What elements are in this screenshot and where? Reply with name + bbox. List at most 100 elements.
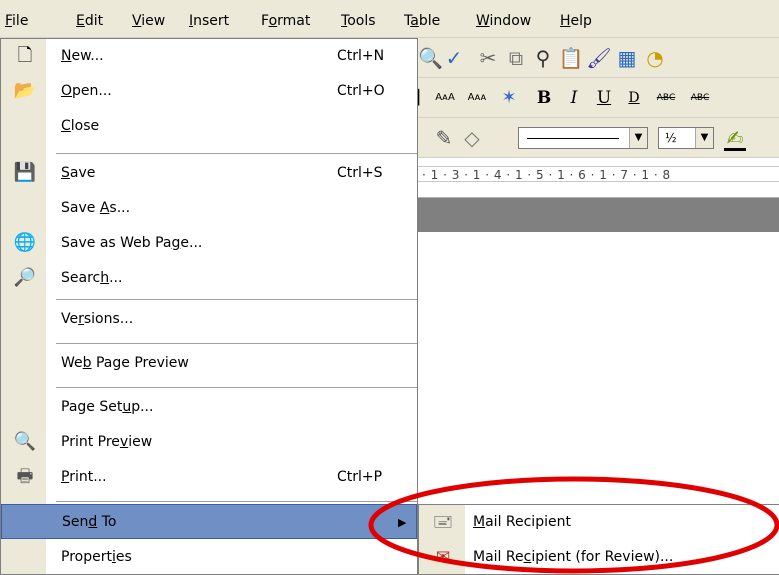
submenu-item-label: Mail Recipient [473, 514, 571, 530]
underline-button[interactable]: U [594, 86, 614, 110]
pen-color-icon[interactable]: ✍ [722, 126, 748, 150]
menu-bar: File Edit View Insert Format Tools Table… [0, 0, 779, 38]
shortcut-label: Ctrl+O [337, 83, 385, 99]
menu-window[interactable]: Window [474, 10, 533, 32]
open-folder-icon: 📂 [13, 80, 37, 101]
paste-icon[interactable]: 📋 [558, 46, 584, 70]
shrink-font-button[interactable]: Aᴀᴀ [462, 86, 492, 110]
spelling-icon[interactable]: ✓ [442, 46, 466, 70]
menu-item-print-preview[interactable]: 🔍 Print Preview [1, 425, 417, 460]
submenu-item-mail-recipient-review[interactable]: ✉ Mail Recipient (for Review)... [419, 540, 779, 575]
menu-item-search[interactable]: 🔎 Search... [1, 261, 417, 296]
menu-separator [56, 343, 417, 344]
menu-separator [56, 387, 417, 388]
menu-format[interactable]: Format [259, 10, 312, 32]
submenu-item-label: Mail Recipient (for Review)... [473, 549, 674, 565]
menu-item-web-page-preview[interactable]: Web Page Preview [1, 346, 417, 381]
menu-item-send-to[interactable]: Send To ▶ [1, 504, 417, 539]
shortcut-label: Ctrl+P [337, 469, 383, 485]
menu-item-versions[interactable]: Versions... [1, 302, 417, 337]
horizontal-ruler: · 1 · 3 · 1 · 4 · 1 · 5 · 1 · 6 · 1 · 7 … [418, 158, 779, 198]
menu-edit-text: dit [84, 13, 104, 29]
menu-table-accel: a [410, 13, 419, 29]
menu-item-label: Versions... [61, 311, 134, 327]
line-weight-combo[interactable]: ½ ▼ [658, 127, 714, 149]
menu-insert[interactable]: Insert [187, 10, 231, 32]
grow-font-button[interactable]: AᴀA [430, 86, 460, 110]
line-weight-value: ½ [665, 131, 677, 145]
menu-format-accel: o [268, 13, 278, 29]
menu-item-label: New... [61, 48, 104, 64]
chevron-down-icon[interactable]: ▼ [629, 128, 647, 148]
print-preview-icon[interactable]: 🔍 [418, 46, 443, 70]
menu-item-label: Print Preview [61, 434, 153, 450]
double-strikethrough-button[interactable]: ABC [684, 86, 716, 110]
menu-window-text: indow [489, 13, 532, 29]
table-icon[interactable]: ▦ [614, 46, 640, 70]
menu-file[interactable]: File [3, 10, 30, 32]
insert-function-icon[interactable]: ◔ [642, 46, 668, 70]
ruler-strip: · 1 · 3 · 1 · 4 · 1 · 5 · 1 · 6 · 1 · 7 … [418, 166, 779, 182]
send-to-submenu: 🖃 Mail Recipient ✉ Mail Recipient (for R… [418, 504, 779, 575]
menu-tools[interactable]: Tools [339, 10, 378, 32]
pen-color-swatch [724, 148, 746, 151]
submenu-arrow-icon: ▶ [398, 516, 407, 529]
document-area[interactable] [418, 232, 779, 512]
bold-button[interactable]: B [534, 86, 554, 110]
strikethrough-button[interactable]: ABC [650, 86, 682, 110]
menu-item-label: Search... [61, 270, 123, 286]
chevron-down-icon[interactable]: ▼ [695, 128, 713, 148]
copy-icon[interactable]: ⧉ [504, 46, 528, 70]
submenu-item-mail-recipient[interactable]: 🖃 Mail Recipient [419, 505, 779, 540]
menu-separator [56, 501, 417, 502]
save-disk-icon: 💾 [13, 162, 37, 183]
new-document-icon: 🗋 [17, 45, 33, 66]
menu-item-label: Open... [61, 83, 112, 99]
menu-item-save-as[interactable]: Save As... [1, 191, 417, 226]
menu-item-print[interactable]: 🖶 Print... Ctrl+P [1, 460, 417, 495]
menu-window-accel: W [476, 13, 490, 29]
print-preview-icon: 🔍 [13, 431, 37, 452]
printer-icon: 🖶 [16, 466, 34, 487]
menu-item-label: Save As... [61, 200, 131, 216]
find-icon[interactable]: ⚲ [530, 46, 556, 70]
shortcut-label: Ctrl+S [337, 165, 383, 181]
menu-separator [56, 299, 417, 300]
menu-help-text: elp [570, 13, 592, 29]
double-underline-button[interactable]: D [624, 86, 644, 110]
menu-item-label: Save as Web Page... [61, 235, 203, 251]
shortcut-label: Ctrl+N [337, 48, 385, 64]
menu-tools-text: ools [347, 13, 376, 29]
menu-help[interactable]: Help [558, 10, 594, 32]
file-menu-dropdown: 🗋 New... Ctrl+N 📂 Open... Ctrl+O Close 💾… [0, 38, 418, 575]
standard-toolbar: 🔍 ✓ ✂ ⧉ ⚲ 📋 🖌 ▦ ◔ [418, 38, 779, 78]
drawing-toolbar: ✎ ◇ ▼ ½ ▼ ✍ [418, 118, 779, 158]
cut-icon[interactable]: ✂ [476, 46, 500, 70]
menu-insert-text: nsert [193, 13, 230, 29]
menu-table[interactable]: Table [402, 10, 442, 32]
menu-item-label: Save [61, 165, 96, 181]
menu-item-save[interactable]: 💾 Save Ctrl+S [1, 156, 417, 191]
menu-item-open[interactable]: 📂 Open... Ctrl+O [1, 74, 417, 109]
line-sample [527, 138, 619, 139]
menu-item-properties[interactable]: Properties [1, 540, 417, 575]
menu-edit[interactable]: Edit [74, 10, 105, 32]
pencil-icon[interactable]: ✎ [432, 126, 456, 150]
highlight-icon[interactable]: ✶ [494, 86, 524, 110]
menu-item-new[interactable]: 🗋 New... Ctrl+N [1, 39, 417, 74]
menu-item-save-as-web-page[interactable]: 🌐 Save as Web Page... [1, 226, 417, 261]
mail-review-icon: ✉ [435, 547, 451, 567]
menu-view-text: iew [141, 13, 166, 29]
menu-table-text: ble [418, 13, 441, 29]
menu-edit-accel: E [76, 13, 85, 29]
menu-item-page-setup[interactable]: Page Setup... [1, 390, 417, 425]
menu-item-label: Page Setup... [61, 399, 154, 415]
menu-view[interactable]: View [130, 10, 167, 32]
eraser-icon[interactable]: ◇ [460, 126, 484, 150]
line-style-combo[interactable]: ▼ [518, 127, 648, 149]
menu-help-accel: H [560, 13, 571, 29]
italic-button[interactable]: I [564, 86, 584, 110]
menu-item-close[interactable]: Close [1, 109, 417, 144]
formatting-toolbar: ▏ AᴀA Aᴀᴀ ✶ B I U D ABC ABC [418, 78, 779, 118]
format-painter-icon[interactable]: 🖌 [586, 46, 612, 70]
